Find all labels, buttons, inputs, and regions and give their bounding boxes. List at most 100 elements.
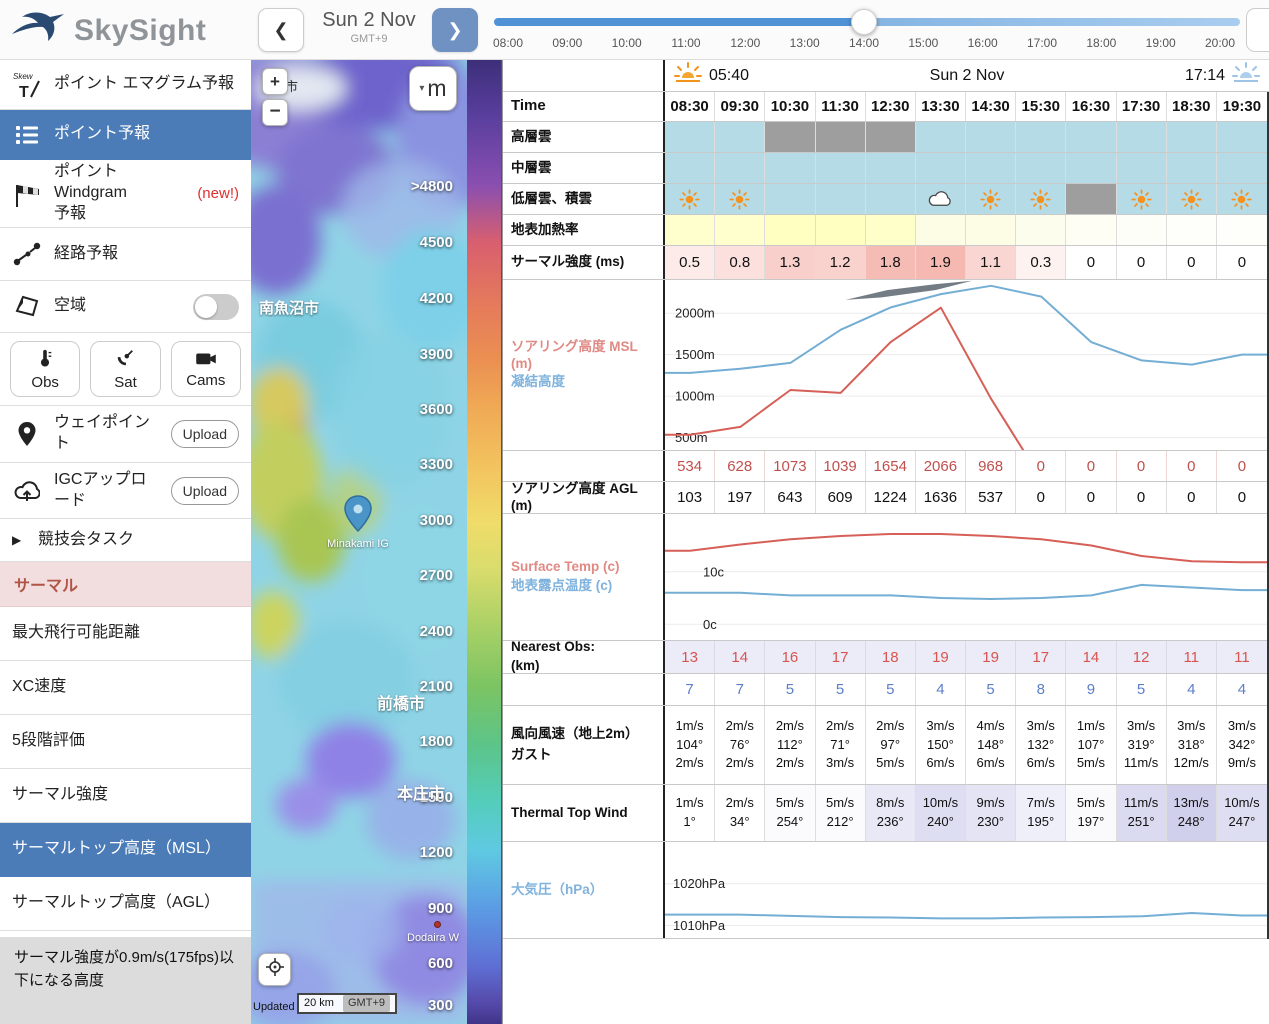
- forecast-row-pressure_chart: 大気圧（hPa） 1020hPa 1010hPa: [503, 842, 1267, 939]
- forecast-cell: 5m/s 212°: [815, 785, 866, 841]
- forecast-row-soaring_chart: ソアリング高度 MSL (m) 凝結高度 2000m 1500m 1000m 500m: [503, 280, 1267, 451]
- sidebar-item-emagram[interactable]: Skew T ポイント エマグラム予報: [0, 60, 251, 110]
- forecast-cell: 5: [966, 674, 1017, 705]
- slider-tick: 15:00: [908, 36, 939, 50]
- forecast-cell: 08:30: [665, 92, 716, 121]
- sidebar-item-point-forecast[interactable]: ポイント予報: [0, 110, 251, 160]
- igc-upload-button[interactable]: Upload: [170, 476, 239, 505]
- forecast-cell: 14: [1066, 641, 1117, 673]
- svg-text:0c: 0c: [703, 617, 717, 632]
- sidebar-item-airspace[interactable]: 空域: [0, 281, 251, 333]
- triangle-icon: ▶: [12, 533, 22, 547]
- forecast-cell: 11:30: [815, 92, 866, 121]
- sidebar-item-competition-task[interactable]: ▶ 競技会タスク: [0, 519, 251, 562]
- forecast-cell: [1116, 184, 1167, 214]
- forecast-cell: [865, 122, 916, 152]
- forecast-cell: 1.3: [765, 246, 816, 279]
- map-label-dodaira: Dodaira W: [407, 932, 459, 944]
- slider-tick: 08:00: [492, 36, 524, 50]
- forecast-cell: 0: [1016, 451, 1067, 481]
- crosshair-icon: [265, 958, 284, 981]
- forecast-cell: 12:30: [865, 92, 916, 121]
- dodaira-marker[interactable]: [434, 921, 441, 928]
- forecast-cell: 16: [765, 641, 816, 673]
- forecast-row-msl_values: 534 628 1073 1039 1654 2066 968 0 0 0 0 0: [503, 451, 1267, 482]
- forecast-cell: 4: [1166, 674, 1217, 705]
- panel-edge-button[interactable]: [1246, 8, 1269, 52]
- windsock-icon: [12, 179, 42, 209]
- forecast-cell: 12: [1116, 641, 1167, 673]
- prev-day-button[interactable]: ❮: [258, 8, 304, 52]
- forecast-cell: 1654: [865, 451, 916, 481]
- chart-pressure: 1020hPa 1010hPa: [665, 876, 1267, 933]
- forecast-cell: 0: [1116, 451, 1167, 481]
- forecast-cell: 0: [1016, 482, 1067, 513]
- forecast-cell: 4m/s 148° 6m/s: [966, 706, 1017, 784]
- forecast-cell: 1224: [865, 482, 916, 513]
- forecast-cell: 18: [865, 641, 916, 673]
- forecast-cell: 0: [1066, 451, 1117, 481]
- date-display: Sun 2 Nov GMT+9: [308, 9, 430, 45]
- map-pin-icon: [12, 421, 42, 447]
- zoom-in-button[interactable]: +: [262, 68, 288, 95]
- forecast-cell: 11: [1216, 641, 1267, 673]
- forecast-cell: [1166, 122, 1217, 152]
- zoom-out-button[interactable]: −: [262, 99, 288, 126]
- forecast-cell: 609: [815, 482, 866, 513]
- sidebar-item-route-forecast[interactable]: 経路予報: [0, 228, 251, 281]
- locate-button[interactable]: [258, 953, 291, 986]
- updated-time-chip: GMT+9: [343, 995, 390, 1012]
- map-label-minamiuonuma: 南魚沼市: [259, 300, 320, 317]
- slider-tick: 13:00: [789, 36, 820, 50]
- forecast-cell: [915, 153, 966, 183]
- map[interactable]: 市 南魚沼市 Minakami IG 前橋市 本庄市 Dodaira W + −…: [251, 60, 467, 1024]
- forecast-cell: [865, 215, 916, 245]
- sat-button[interactable]: Sat: [90, 341, 161, 397]
- next-day-button[interactable]: ❯: [432, 8, 478, 52]
- sidebar-item-xc-speed[interactable]: XC速度: [0, 661, 251, 715]
- forecast-cell: [865, 184, 916, 214]
- sidebar-item-thermal-strength[interactable]: サーマル強度: [0, 769, 251, 823]
- sidebar-item-thermal-top-msl[interactable]: サーマルトップ高度（MSL）: [0, 823, 251, 877]
- camera-icon: [195, 350, 217, 370]
- svg-text:Skew: Skew: [13, 72, 34, 81]
- forecast-cell: [765, 215, 816, 245]
- sidebar-item-max-distance[interactable]: 最大飛行可能距離: [0, 607, 251, 661]
- forecast-cell: [1116, 153, 1167, 183]
- waypoint-upload-button[interactable]: Upload: [170, 420, 239, 448]
- unit-selector-button[interactable]: ▾ m: [409, 66, 457, 111]
- obs-button[interactable]: Obs: [10, 341, 81, 397]
- cams-button[interactable]: Cams: [170, 341, 241, 397]
- forecast-row-mid_cloud: 中層雲: [503, 153, 1267, 184]
- forecast-cell: [1066, 153, 1117, 183]
- eagle-logo-icon: [10, 8, 66, 53]
- forecast-cell: 537: [966, 482, 1017, 513]
- satellite-dish-icon: [115, 348, 135, 372]
- time-slider-handle[interactable]: [851, 9, 877, 35]
- forecast-cell: 17: [1016, 641, 1067, 673]
- layer-description: サーマル強度が0.9m/s(175fps)以下になる高度: [0, 937, 251, 1024]
- sidebar-item-igc-upload[interactable]: IGCアップロード Upload: [0, 463, 251, 519]
- sidebar-item-star-rating[interactable]: 5段階評価: [0, 715, 251, 769]
- forecast-cell: [665, 215, 716, 245]
- skewt-icon: Skew T: [12, 70, 42, 100]
- forecast-cell: 0: [1166, 482, 1217, 513]
- forecast-cell: [1216, 122, 1267, 152]
- logo[interactable]: SkySight: [10, 8, 206, 53]
- forecast-row-obs_red: Nearest Obs: (km) 13 14 16 17 18 19 19 17 14 12 11 11: [503, 639, 1267, 674]
- forecast-cell: [1216, 153, 1267, 183]
- forecast-cell: 0.3: [1016, 246, 1067, 279]
- sidebar-item-waypoint[interactable]: ウェイポイント Upload: [0, 406, 251, 463]
- forecast-row-high_cloud: 高層雲: [503, 122, 1267, 153]
- forecast-row-thermal_top_wind: Thermal Top Wind 1m/s 1° 2m/s 34° 5m/s 254° 5m/…: [503, 785, 1267, 842]
- forecast-cell: 0: [1216, 451, 1267, 481]
- airspace-toggle[interactable]: [193, 293, 239, 320]
- forecast-cell: 9: [1066, 674, 1117, 705]
- forecast-cell: [1016, 153, 1067, 183]
- forecast-cell: 10m/s 240°: [915, 785, 966, 841]
- forecast-cell: 3m/s 319° 11m/s: [1116, 706, 1167, 784]
- sidebar-item-windgram[interactable]: ポイント Windgram 予報 (new!): [0, 160, 251, 228]
- sidebar-item-thermal-top-agl[interactable]: サーマルトップ高度（AGL）: [0, 877, 251, 931]
- forecast-cell: [715, 184, 766, 214]
- sunset-time: 17:14: [1184, 66, 1225, 84]
